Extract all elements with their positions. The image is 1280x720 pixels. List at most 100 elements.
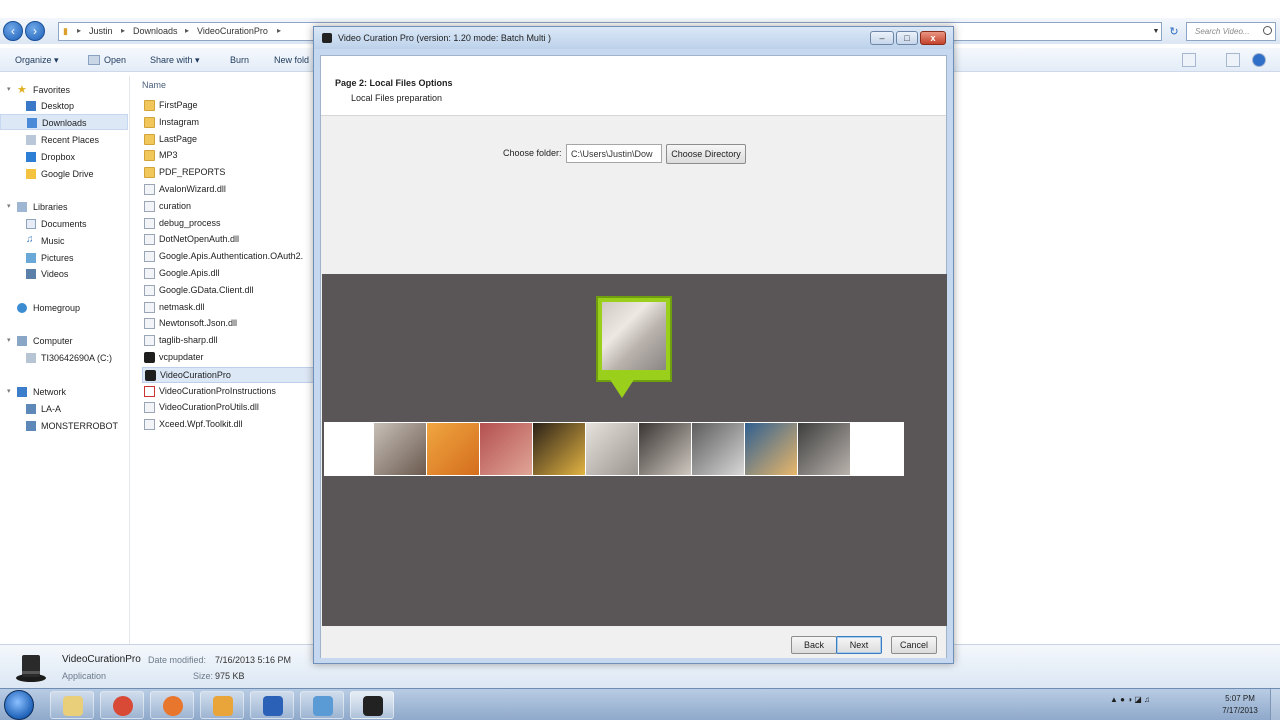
file-row[interactable]: netmask.dll [142, 300, 322, 316]
nav-homegroup[interactable]: Homegroup [0, 300, 128, 316]
nav-google-drive[interactable]: Google Drive [0, 166, 128, 182]
nav-monsterrobot[interactable]: MONSTERROBOT [0, 418, 128, 434]
taskbar-app[interactable] [350, 691, 394, 719]
image-coverflow[interactable] [322, 274, 947, 626]
nav-documents[interactable]: Documents [0, 216, 128, 232]
next-button[interactable]: Next [836, 636, 882, 654]
clock[interactable]: 5:07 PM 7/17/2013 [1212, 693, 1268, 717]
notification-area[interactable]: ▲ ● ◑ ◪ ♫ [1110, 695, 1150, 704]
share-with-button[interactable]: Share with ▾ [150, 55, 200, 66]
breadcrumb-downloads[interactable]: Downloads [133, 26, 178, 36]
nav-desktop[interactable]: Desktop [0, 98, 128, 114]
application-icon [145, 369, 156, 381]
nav-la-a[interactable]: LA-A [0, 401, 128, 417]
nav-music[interactable]: ♫ Music [0, 233, 128, 249]
nav-recent-places[interactable]: Recent Places [0, 132, 128, 148]
taskbar-app[interactable] [200, 691, 244, 719]
file-row[interactable]: taglib-sharp.dll [142, 333, 322, 349]
file-row[interactable]: Google.Apis.dll [142, 266, 322, 282]
breadcrumb-videocurationpro[interactable]: VideoCurationPro [197, 26, 268, 36]
thumbnail-image[interactable] [745, 423, 797, 475]
address-dropdown-icon[interactable]: ▼ [1150, 22, 1162, 41]
nav-drive-c[interactable]: TI30642690A (C:) [0, 350, 128, 366]
close-button[interactable]: x [920, 31, 946, 45]
nav-downloads[interactable]: Downloads [0, 114, 128, 130]
start-button[interactable] [4, 690, 34, 720]
collapse-arrow-icon[interactable]: ▾ [7, 387, 11, 395]
help-icon[interactable] [1252, 53, 1266, 67]
organize-button[interactable]: Organize ▾ [15, 55, 59, 66]
thumbnail-image[interactable] [480, 423, 532, 475]
title-bar[interactable]: Video Curation Pro (version: 1.20 mode: … [314, 27, 953, 49]
taskbar-app[interactable] [50, 691, 94, 719]
cancel-button[interactable]: Cancel [891, 636, 937, 654]
file-row[interactable]: VideoCurationPro [142, 366, 322, 383]
thumbnail-image[interactable] [374, 423, 426, 475]
wizard-client-area: Page 2: Local Files Options Local Files … [320, 55, 947, 658]
file-icon [144, 402, 155, 414]
thumbnail-image[interactable] [692, 423, 744, 475]
file-row[interactable]: Instagram [142, 115, 322, 131]
file-row[interactable]: MP3 [142, 148, 322, 164]
folder-icon [144, 150, 155, 162]
collapse-arrow-icon[interactable]: ▾ [7, 202, 11, 210]
nav-pictures[interactable]: Pictures [0, 250, 128, 266]
preview-pane-icon[interactable] [1226, 53, 1240, 67]
file-row[interactable]: Google.GData.Client.dll [142, 283, 322, 299]
choose-directory-button[interactable]: Choose Directory [666, 144, 746, 164]
nav-computer[interactable]: ▾ Computer [0, 333, 128, 349]
file-row[interactable]: Newtonsoft.Json.dll [142, 316, 322, 332]
taskbar-app[interactable] [250, 691, 294, 719]
burn-button[interactable]: Burn [230, 55, 249, 65]
breadcrumb-justin[interactable]: Justin [89, 26, 113, 36]
file-name: vcpupdater [159, 352, 204, 362]
nav-dropbox[interactable]: Dropbox [0, 149, 128, 165]
file-row[interactable]: DotNetOpenAuth.dll [142, 232, 322, 248]
file-row[interactable]: LastPage [142, 132, 322, 148]
column-header-name[interactable]: Name [142, 80, 166, 90]
open-button[interactable]: Open [104, 55, 126, 65]
file-row[interactable]: VideoCurationProInstructions [142, 384, 322, 400]
pictures-icon [26, 253, 36, 263]
file-row[interactable]: debug_process [142, 216, 322, 232]
view-options-icon[interactable] [1182, 53, 1196, 67]
thumbnail-image[interactable] [427, 423, 479, 475]
folder-path-input[interactable]: C:\Users\Justin\Dow [566, 144, 662, 163]
thumbnail-image[interactable] [586, 423, 638, 475]
nav-network[interactable]: ▾ Network [0, 384, 128, 400]
nav-videos[interactable]: Videos [0, 266, 128, 282]
nav-libraries[interactable]: ▾ Libraries [0, 199, 128, 215]
maximize-button[interactable]: □ [896, 31, 918, 45]
file-row[interactable]: PDF_REPORTS [142, 165, 322, 181]
file-row[interactable]: Google.Apis.Authentication.OAuth2. [142, 249, 322, 265]
taskbar-app[interactable] [300, 691, 344, 719]
back-arrow-icon[interactable]: ‹ [3, 21, 23, 41]
wizard-footer: Back Next Cancel [321, 628, 946, 658]
collapse-arrow-icon[interactable]: ▾ [7, 336, 11, 344]
taskbar-app[interactable] [150, 691, 194, 719]
thumbnail-image[interactable] [533, 423, 585, 475]
thumbnail-image[interactable] [639, 423, 691, 475]
minimize-button[interactable]: – [870, 31, 894, 45]
nav-favorites[interactable]: ▾ ★ Favorites [0, 82, 128, 98]
google-drive-icon [26, 169, 36, 179]
network-icon [263, 696, 283, 716]
file-row[interactable]: vcpupdater [142, 350, 322, 366]
file-row[interactable]: AvalonWizard.dll [142, 182, 322, 198]
file-row[interactable]: VideoCurationProUtils.dll [142, 400, 322, 416]
video-curation-pro-window: Video Curation Pro (version: 1.20 mode: … [313, 26, 954, 664]
file-row[interactable]: Xceed.Wpf.Toolkit.dll [142, 417, 322, 433]
search-input[interactable]: Search Video... [1186, 22, 1276, 41]
thumbnail-image[interactable] [798, 423, 850, 475]
taskbar-app[interactable] [100, 691, 144, 719]
selected-image-preview[interactable] [596, 296, 672, 382]
new-folder-button[interactable]: New fold [274, 55, 309, 65]
file-icon [144, 251, 155, 263]
refresh-icon[interactable]: ↻ [1166, 24, 1182, 40]
file-row[interactable]: curation [142, 199, 322, 215]
file-row[interactable]: FirstPage [142, 98, 322, 114]
back-button[interactable]: Back [791, 636, 837, 654]
show-desktop-button[interactable] [1270, 689, 1280, 720]
collapse-arrow-icon[interactable]: ▾ [7, 85, 11, 93]
forward-arrow-icon[interactable]: › [25, 21, 45, 41]
